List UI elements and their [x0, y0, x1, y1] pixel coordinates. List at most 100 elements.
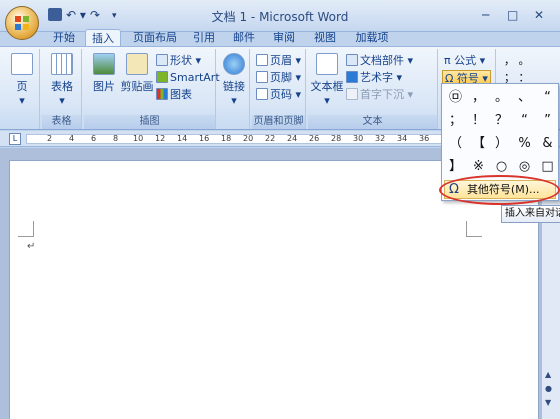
chart-label: 图表 — [170, 88, 192, 101]
clipart-label: 剪贴画 — [120, 80, 154, 93]
table-label: 表格 — [51, 80, 73, 93]
links-button[interactable]: 链接 ▾ — [218, 53, 250, 107]
group-label-text: 文本 — [308, 115, 437, 129]
symbol-cell[interactable]: ◎ — [513, 155, 536, 178]
quickparts-button[interactable]: 文档部件 ▾ — [346, 53, 413, 69]
window-title: 文档 1 - Microsoft Word — [211, 10, 349, 24]
group-illustrations: 图片 剪贴画 形状 ▾ SmartArt 图表 插图 — [84, 49, 220, 129]
links-label: 链接 — [223, 80, 245, 93]
picture-label: 图片 — [93, 80, 115, 93]
ruler-number: 34 — [397, 134, 408, 143]
symbol-cell[interactable]: ” — [536, 109, 559, 132]
crop-mark-left — [18, 221, 34, 237]
special-chars-row-1[interactable]: ， 。 — [504, 53, 530, 69]
group-links: 链接 ▾ — [218, 49, 250, 129]
ruler-number: 6 — [91, 134, 97, 143]
symbol-cell[interactable]: 】 — [444, 155, 467, 178]
tab-insert[interactable]: 插入 — [85, 29, 121, 47]
symbol-cell[interactable]: □ — [536, 155, 559, 178]
group-label-header-footer: 页眉和页脚 — [252, 115, 305, 129]
smartart-button[interactable]: SmartArt — [156, 70, 220, 86]
tab-review[interactable]: 审阅 — [268, 29, 300, 47]
smartart-icon — [156, 71, 168, 83]
tab-view[interactable]: 视图 — [309, 29, 341, 47]
symbol-cell[interactable]: “ — [536, 86, 559, 109]
symbol-cell[interactable]: ！ — [467, 109, 490, 132]
scroll-page-icon[interactable]: ● — [545, 384, 552, 393]
clipart-icon — [126, 53, 148, 75]
page-number-button[interactable]: 页码 ▾ — [256, 87, 301, 103]
ruler-number: 26 — [309, 134, 320, 143]
close-button[interactable]: ✕ — [534, 8, 544, 22]
ruler-number: 10 — [133, 134, 144, 143]
smartart-label: SmartArt — [170, 71, 220, 84]
symbol-cell[interactable]: “ — [513, 109, 536, 132]
chart-button[interactable]: 图表 — [156, 87, 192, 103]
scroll-up-icon[interactable]: ▲ — [545, 370, 551, 379]
symbol-cell[interactable]: & — [536, 132, 559, 155]
page-number-icon — [256, 88, 268, 100]
symbol-cell[interactable]: （ — [444, 132, 467, 155]
textbox-button[interactable]: 文本框 ▾ — [310, 53, 344, 107]
group-pages: 页 ▾ — [4, 49, 40, 129]
picture-button[interactable]: 图片 — [88, 53, 120, 94]
scroll-down-icon[interactable]: ▼ — [545, 398, 551, 407]
ruler-number: 16 — [199, 134, 210, 143]
ruler-number: 24 — [287, 134, 298, 143]
page-number-label: 页码 ▾ — [270, 88, 302, 101]
office-logo-icon — [15, 16, 29, 30]
ruler-number: 18 — [221, 134, 232, 143]
tab-references[interactable]: 引用 — [188, 29, 220, 47]
chevron-down-icon: ▾ — [19, 94, 25, 107]
symbol-cell[interactable]: 、 — [513, 86, 536, 109]
group-text: 文本框 ▾ 文档部件 ▾ 艺术字 ▾ 首字下沉 ▾ 文本 — [308, 49, 438, 129]
ruler-number: 30 — [353, 134, 364, 143]
table-button[interactable]: 表格 ▾ — [46, 53, 78, 107]
tab-addins[interactable]: 加载项 — [350, 29, 394, 47]
wordart-icon — [346, 71, 358, 83]
tab-mailings[interactable]: 邮件 — [228, 29, 260, 47]
page-icon — [11, 53, 33, 75]
symbol-cell[interactable]: ； — [444, 109, 467, 132]
shapes-label: 形状 ▾ — [170, 54, 202, 67]
equation-button[interactable]: π 公式 ▾ — [444, 53, 485, 69]
wordart-button[interactable]: 艺术字 ▾ — [346, 70, 402, 86]
tab-home[interactable]: 开始 — [48, 29, 80, 47]
picture-icon — [93, 53, 115, 75]
tab-stop-selector[interactable]: L — [9, 133, 21, 145]
dropcap-label: 首字下沉 ▾ — [360, 88, 414, 101]
ruler-number: 8 — [113, 134, 119, 143]
group-label-illustrations: 插图 — [84, 115, 215, 129]
symbol-cell[interactable]: 。 — [490, 86, 513, 109]
minimize-button[interactable]: ─ — [482, 8, 489, 22]
symbol-cell[interactable]: ， — [467, 86, 490, 109]
pages-button[interactable]: 页 ▾ — [6, 53, 38, 107]
chevron-down-icon: ▾ — [324, 94, 330, 107]
ruler-number: 36 — [419, 134, 430, 143]
quickparts-icon — [346, 54, 358, 66]
ruler-number: 4 — [69, 134, 75, 143]
ruler-number: 12 — [155, 134, 166, 143]
dropcap-button[interactable]: 首字下沉 ▾ — [346, 87, 413, 103]
chevron-down-icon: ▾ — [231, 94, 237, 107]
symbol-cell[interactable]: ㉤ — [444, 86, 467, 109]
ruler-number: 14 — [177, 134, 188, 143]
footer-button[interactable]: 页脚 ▾ — [256, 70, 301, 86]
header-icon — [256, 54, 268, 66]
footer-icon — [256, 71, 268, 83]
ruler-number: 32 — [375, 134, 386, 143]
shapes-button[interactable]: 形状 ▾ — [156, 53, 201, 69]
header-button[interactable]: 页眉 ▾ — [256, 53, 301, 69]
symbol-cell[interactable]: 【 — [467, 132, 490, 155]
symbol-cell[interactable]: ？ — [490, 109, 513, 132]
globe-link-icon — [223, 53, 245, 75]
office-button[interactable] — [5, 6, 39, 40]
group-label-tables: 表格 — [42, 115, 81, 129]
tab-page-layout[interactable]: 页面布局 — [130, 29, 180, 47]
symbol-cell[interactable]: ） — [490, 132, 513, 155]
group-tables: 表格 ▾ 表格 — [42, 49, 82, 129]
symbol-cell[interactable]: % — [513, 132, 536, 155]
clipart-button[interactable]: 剪贴画 — [120, 53, 154, 94]
table-icon — [51, 53, 73, 75]
maximize-button[interactable]: □ — [507, 8, 518, 22]
